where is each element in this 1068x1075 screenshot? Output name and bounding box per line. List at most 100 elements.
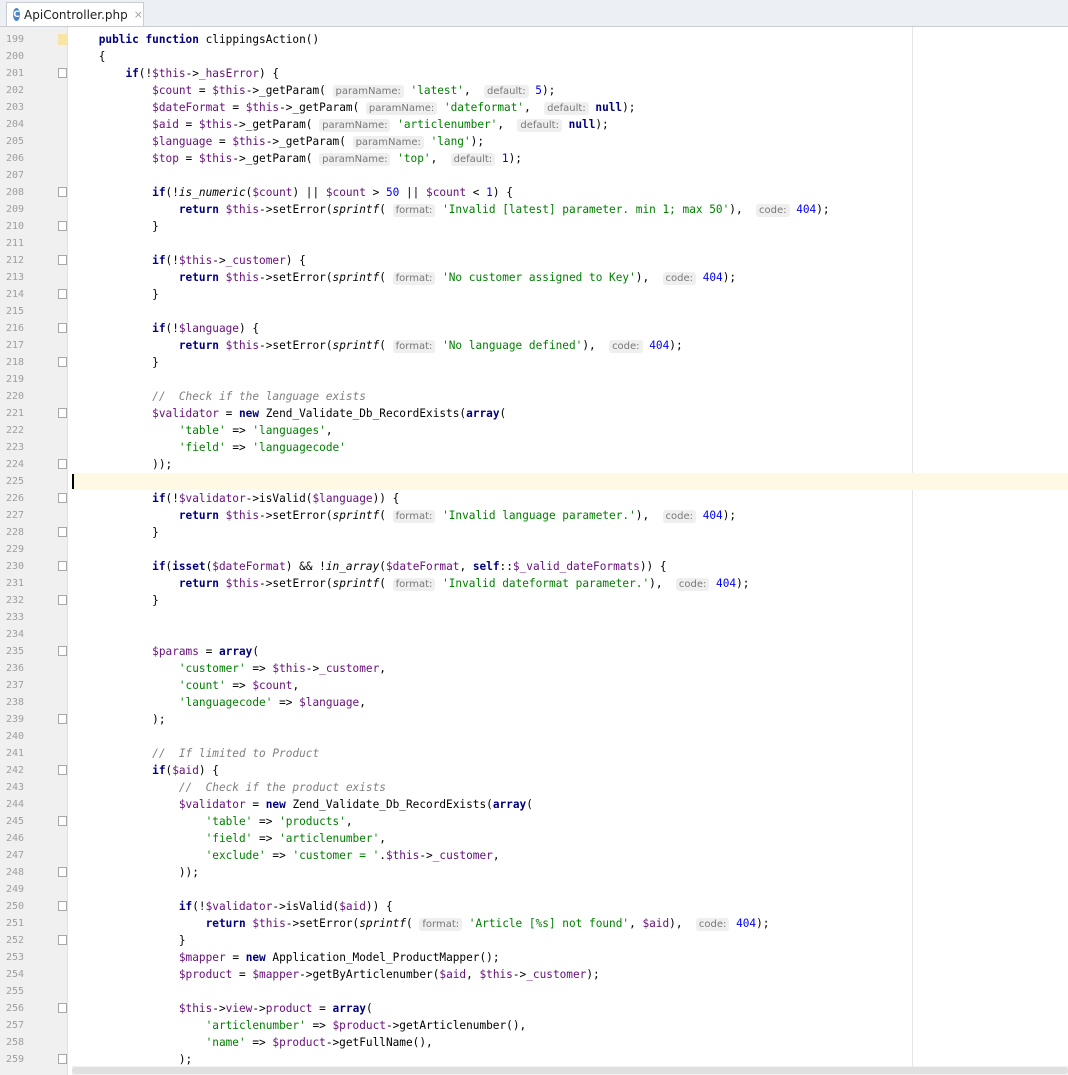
code-token: ); bbox=[72, 713, 166, 726]
code-token: 'Invalid [latest] parameter. min 1; max … bbox=[442, 203, 730, 216]
line-number: 201 bbox=[6, 68, 25, 79]
code-token: 'customer = ' bbox=[292, 849, 380, 862]
code-token: new bbox=[245, 951, 266, 964]
code-token: ) { bbox=[285, 254, 306, 267]
code-token: self bbox=[472, 560, 500, 573]
line-number: 229 bbox=[6, 544, 25, 555]
fold-marker-icon[interactable] bbox=[58, 255, 67, 265]
fold-marker-icon[interactable] bbox=[58, 289, 67, 299]
line-number: 253 bbox=[6, 952, 25, 963]
code-token: $this bbox=[272, 662, 306, 675]
fold-marker-icon[interactable] bbox=[58, 68, 67, 78]
code-token: )) { bbox=[365, 900, 393, 913]
code-token: ); bbox=[586, 968, 600, 981]
code-area[interactable]: public function clippingsAction() { if(!… bbox=[72, 27, 1068, 1075]
fold-marker-icon[interactable] bbox=[58, 408, 67, 418]
code-token: $this bbox=[178, 254, 213, 267]
code-token: -> bbox=[212, 1002, 226, 1015]
code-token: || bbox=[399, 186, 427, 199]
line-number: 219 bbox=[6, 374, 25, 385]
line-number: 210 bbox=[6, 221, 25, 232]
code-token: -> bbox=[419, 849, 433, 862]
code-token: $this bbox=[225, 577, 260, 590]
code-token: ->getFullName(), bbox=[325, 1036, 433, 1049]
code-token: 'articlenumber' bbox=[279, 832, 380, 845]
code-token: if bbox=[152, 764, 166, 777]
fold-marker-icon[interactable] bbox=[58, 527, 67, 537]
line-number: 235 bbox=[6, 646, 25, 657]
code-line: if($aid) { bbox=[72, 762, 219, 779]
code-token: ); bbox=[622, 101, 636, 114]
fold-marker-icon[interactable] bbox=[58, 221, 67, 231]
code-token: , bbox=[379, 662, 386, 675]
code-token: } bbox=[72, 594, 159, 607]
code-token: ->isValid( bbox=[245, 492, 313, 505]
fold-marker-icon[interactable] bbox=[58, 816, 67, 826]
code-token: } bbox=[72, 356, 159, 369]
code-token: 'Invalid language parameter.' bbox=[442, 509, 636, 522]
fold-marker-icon[interactable] bbox=[58, 646, 67, 656]
code-token: in_array bbox=[325, 560, 380, 573]
line-number: 252 bbox=[6, 935, 25, 946]
code-token: _customer bbox=[526, 968, 587, 981]
fold-marker-icon[interactable] bbox=[58, 867, 67, 877]
line-number: 206 bbox=[6, 153, 25, 164]
code-token: _customer bbox=[319, 662, 380, 675]
line-number: 249 bbox=[6, 884, 25, 895]
code-token: 'table' bbox=[205, 815, 253, 828]
file-tab[interactable]: C ApiController.php × bbox=[6, 2, 144, 26]
bookmark-icon[interactable] bbox=[58, 34, 68, 45]
fold-marker-icon[interactable] bbox=[58, 187, 67, 197]
code-token: => bbox=[265, 849, 293, 862]
code-token: $this bbox=[479, 968, 513, 981]
code-token: 1 bbox=[501, 152, 509, 165]
scrollbar-thumb[interactable] bbox=[72, 1067, 1068, 1074]
code-token: if bbox=[152, 492, 166, 505]
fold-marker-icon[interactable] bbox=[58, 1054, 67, 1064]
fold-marker-icon[interactable] bbox=[58, 935, 67, 945]
fold-marker-icon[interactable] bbox=[58, 323, 67, 333]
code-token: ( bbox=[406, 917, 420, 930]
code-token: = bbox=[232, 968, 253, 981]
line-number: 233 bbox=[6, 612, 25, 623]
code-token: , bbox=[430, 152, 451, 165]
fold-marker-icon[interactable] bbox=[58, 595, 67, 605]
code-line: $top = $this->_getParam( paramName: 'top… bbox=[72, 150, 522, 167]
code-token: ->_getParam( bbox=[265, 135, 353, 148]
code-editor[interactable]: 199 200 201 202 203 204 205 206 207 208 209 210 211 2… bbox=[0, 27, 1068, 1075]
fold-marker-icon[interactable] bbox=[58, 493, 67, 503]
fold-marker-icon[interactable] bbox=[58, 901, 67, 911]
fold-marker-icon[interactable] bbox=[58, 1003, 67, 1013]
line-number: 255 bbox=[6, 986, 25, 997]
horizontal-scrollbar[interactable] bbox=[72, 1066, 1068, 1075]
parameter-hint: format: bbox=[419, 918, 463, 931]
close-icon[interactable]: × bbox=[134, 8, 143, 21]
line-number: 242 bbox=[6, 765, 25, 776]
php-class-icon: C bbox=[13, 8, 21, 21]
current-line-highlight bbox=[72, 473, 1068, 490]
fold-marker-icon[interactable] bbox=[58, 714, 67, 724]
fold-marker-icon[interactable] bbox=[58, 357, 67, 367]
code-token: array bbox=[332, 1002, 366, 1015]
fold-marker-icon[interactable] bbox=[58, 765, 67, 775]
fold-marker-icon[interactable] bbox=[58, 459, 67, 469]
code-token: => bbox=[252, 815, 280, 828]
code-token: 'Article [%s] not found' bbox=[468, 917, 630, 930]
code-line: // Check if the product exists bbox=[72, 779, 386, 796]
code-token: ); bbox=[736, 577, 750, 590]
fold-marker-icon[interactable] bbox=[58, 561, 67, 571]
code-token: $this bbox=[232, 135, 266, 148]
code-token: ), bbox=[669, 917, 696, 930]
parameter-hint: format: bbox=[392, 204, 436, 217]
